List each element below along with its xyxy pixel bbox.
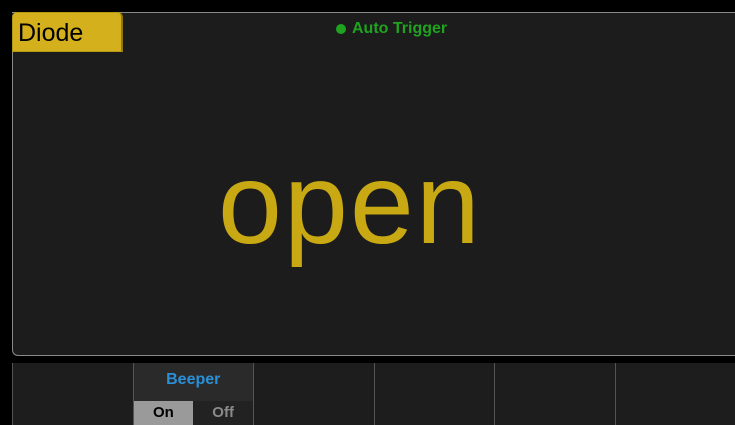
beeper-on-option[interactable]: On [133, 401, 194, 425]
trigger-label: Auto Trigger [352, 20, 448, 37]
softkey-5[interactable] [494, 363, 615, 425]
softkey-bar: Beeper On Off [12, 363, 735, 425]
beeper-off-option[interactable]: Off [193, 401, 253, 425]
beeper-label: Beeper [166, 371, 221, 388]
softkey-beeper[interactable]: Beeper On Off [132, 363, 253, 425]
softkey-3[interactable] [253, 363, 374, 425]
softkey-1[interactable] [12, 363, 133, 425]
softkey-6[interactable] [614, 363, 735, 425]
beeper-toggle[interactable]: On Off [133, 401, 253, 425]
multimeter-screen: Diode Auto Trigger open Beeper On Off [0, 0, 735, 425]
softkey-4[interactable] [373, 363, 494, 425]
measurement-reading: open [218, 140, 482, 268]
trigger-status: Auto Trigger [336, 16, 447, 42]
main-display: open [12, 52, 735, 356]
trigger-indicator-icon [336, 24, 346, 34]
mode-tab-diode: Diode [12, 12, 123, 52]
